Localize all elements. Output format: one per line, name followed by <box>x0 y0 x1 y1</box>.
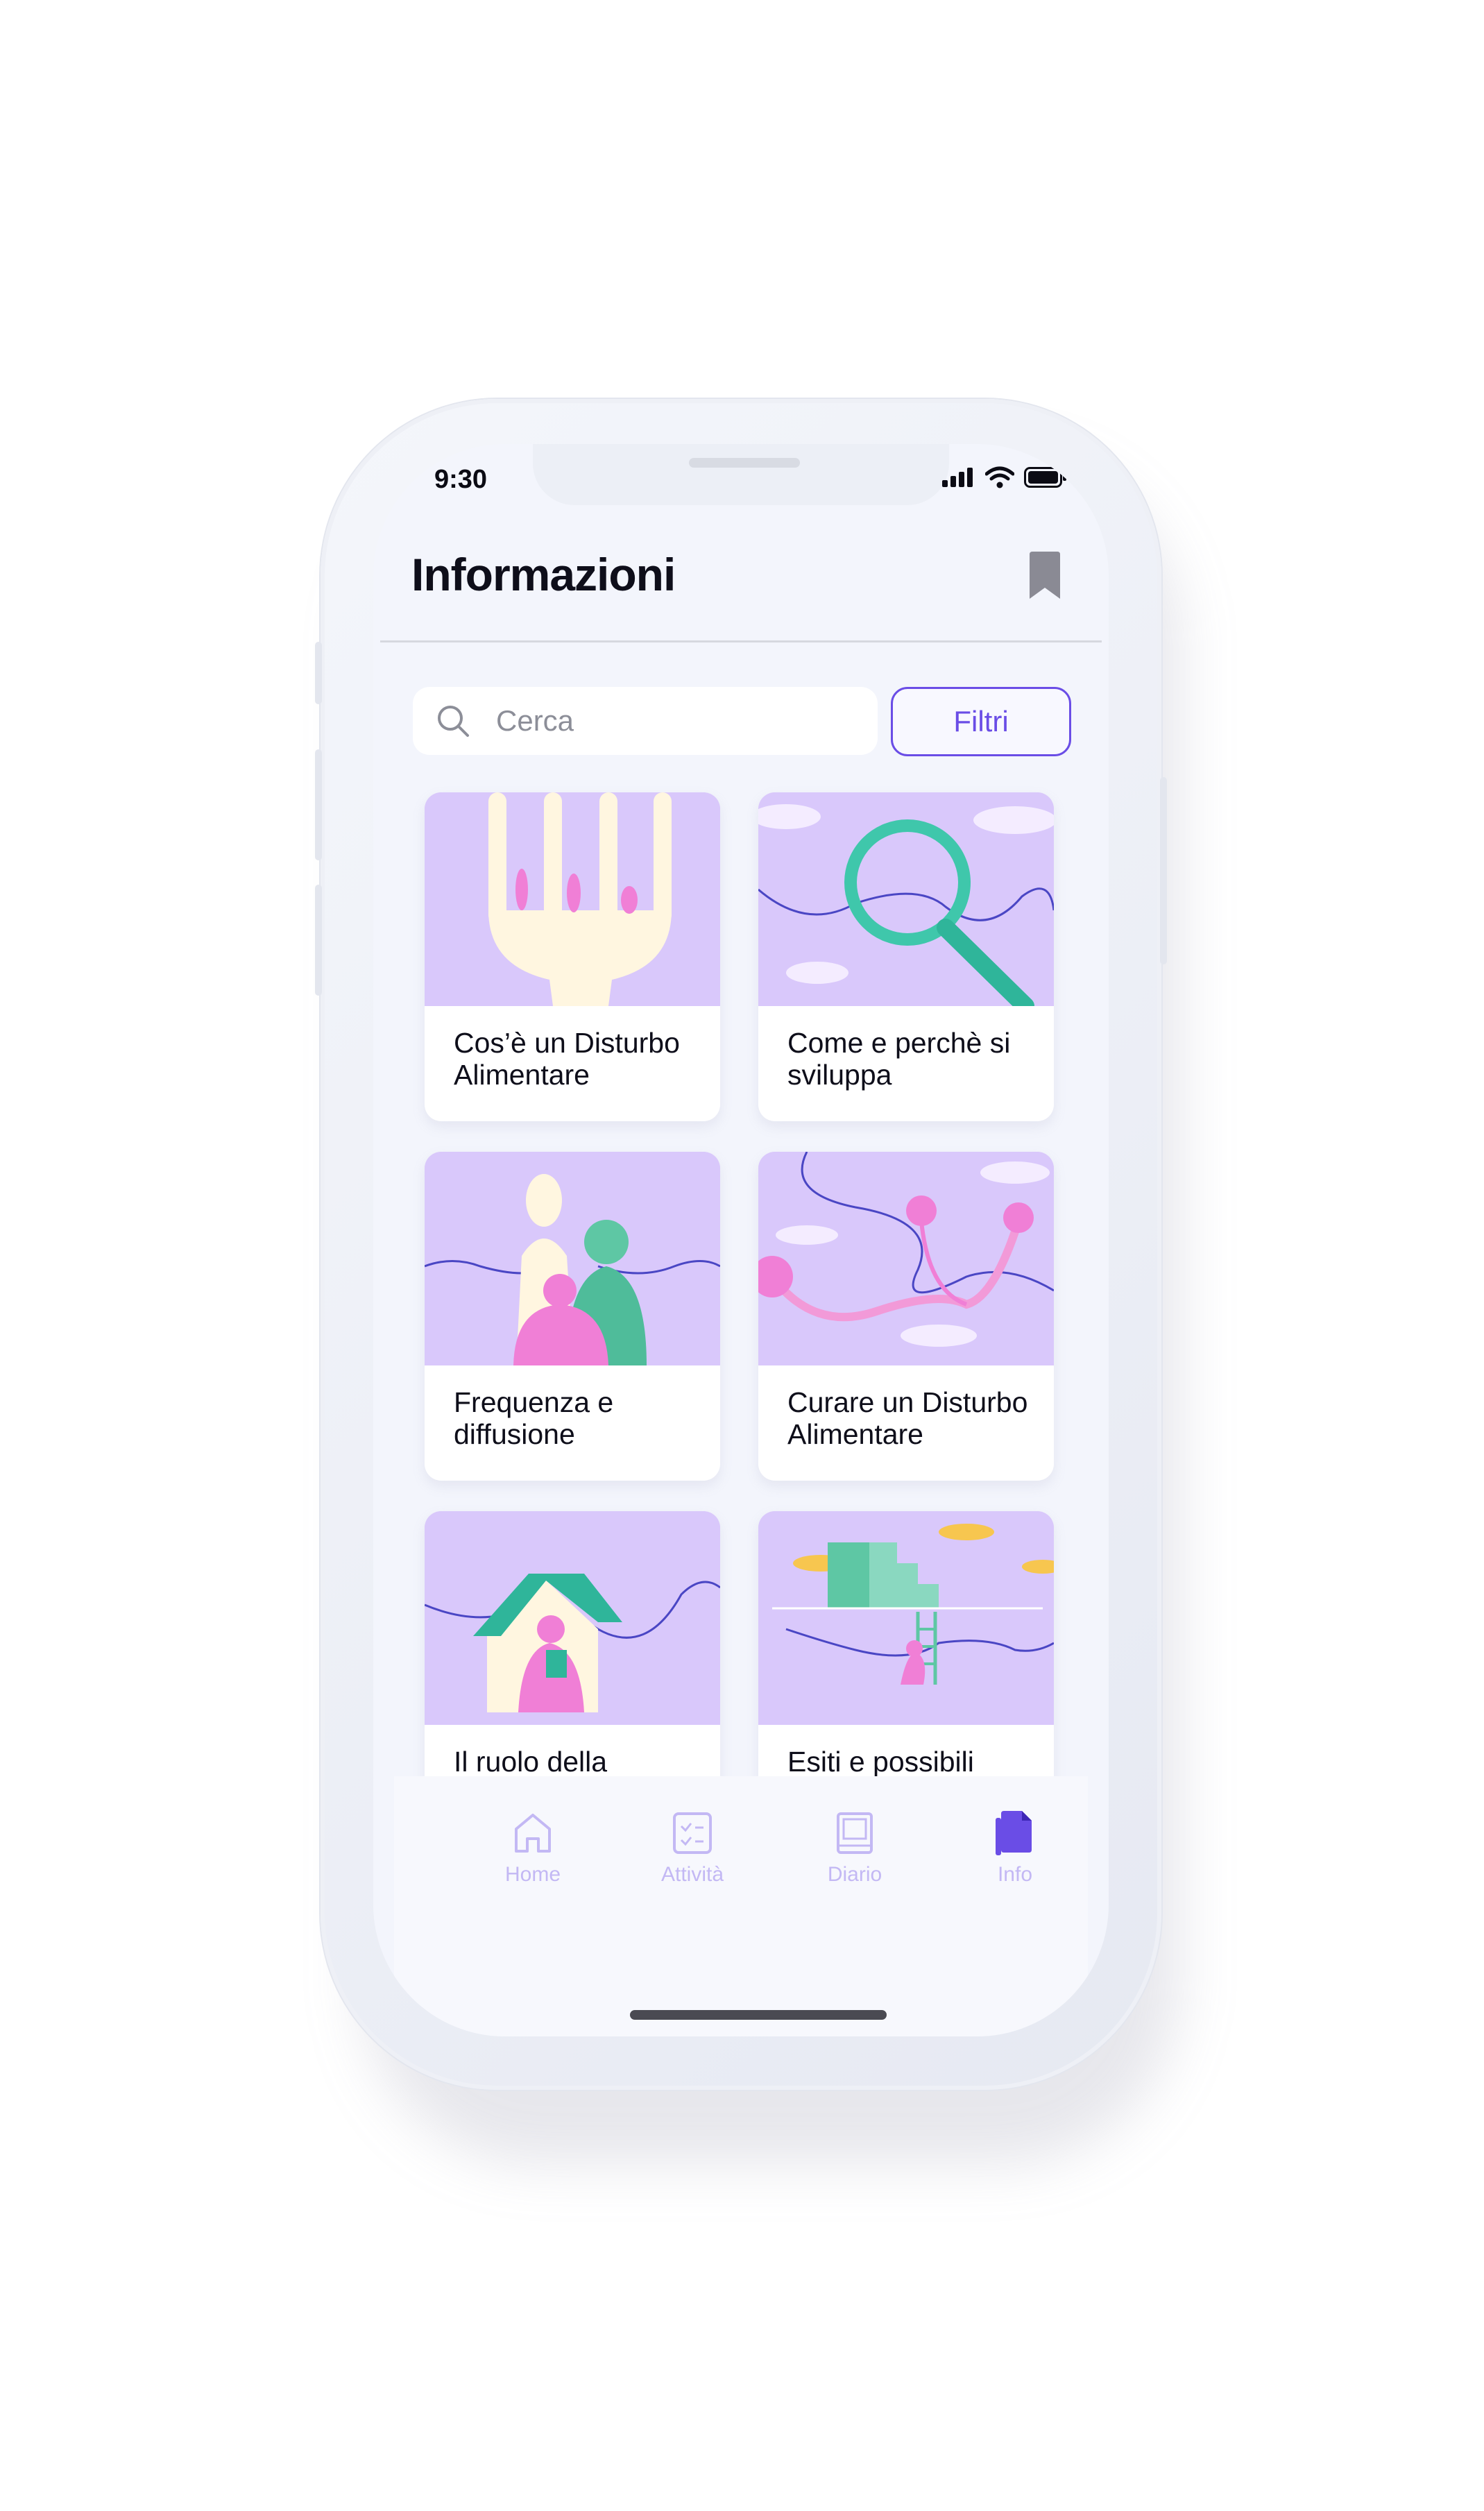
card-title: Come e perchè si sviluppa <box>787 1027 1011 1091</box>
card-curare[interactable]: Curare un Disturbo Alimentare <box>758 1152 1054 1481</box>
tab-bar: Home Attività Diario Info <box>394 1776 1088 2036</box>
volume-up-button <box>315 749 322 860</box>
search-placeholder: Cerca <box>496 704 574 737</box>
mute-switch <box>315 642 322 704</box>
magnifier-illustration <box>758 792 1054 1006</box>
card-come-perche[interactable]: Come e perchè si sviluppa <box>758 792 1054 1121</box>
tab-diario[interactable]: Diario <box>785 1811 924 1887</box>
status-icons <box>942 466 1067 488</box>
people-illustration <box>425 1152 720 1365</box>
bookmark-icon[interactable] <box>1030 552 1060 599</box>
tab-label: Attività <box>660 1863 724 1886</box>
battery-icon <box>1024 467 1066 488</box>
stairs-illustration <box>758 1511 1054 1725</box>
app-screen: 9:30 Informazioni Cerca Filtri Cos’è un … <box>373 444 1109 2036</box>
fork-illustration <box>425 792 720 1006</box>
volume-down-button <box>315 885 322 996</box>
checklist-icon <box>673 1812 712 1854</box>
house-illustration <box>425 1511 720 1725</box>
signal-icon <box>942 468 973 487</box>
home-indicator <box>630 2010 887 2020</box>
document-icon <box>996 1811 1032 1855</box>
wifi-icon <box>985 466 1014 488</box>
tab-label: Diario <box>827 1863 882 1886</box>
tab-info[interactable]: Info <box>946 1811 1084 1887</box>
status-time: 9:30 <box>434 465 488 494</box>
search-input[interactable]: Cerca <box>413 687 878 755</box>
card-cosa-disturbo[interactable]: Cos’è un Disturbo Alimentare <box>425 792 720 1121</box>
home-icon <box>515 1814 551 1853</box>
tab-home[interactable]: Home <box>463 1811 602 1887</box>
card-title: Curare un Disturbo Alimentare <box>787 1386 1028 1450</box>
card-frequenza[interactable]: Frequenza e diffusione <box>425 1152 720 1481</box>
tab-label: Home <box>504 1863 561 1886</box>
tab-label: Info <box>997 1863 1033 1886</box>
header-divider <box>380 640 1102 642</box>
card-title: Cos’è un Disturbo Alimentare <box>454 1027 680 1091</box>
page-title: Informazioni <box>411 549 676 600</box>
card-title: Frequenza e diffusione <box>454 1386 614 1450</box>
power-button <box>1160 777 1167 964</box>
speaker <box>689 458 800 468</box>
stethoscope-illustration <box>758 1152 1054 1365</box>
book-icon <box>837 1812 873 1854</box>
notch <box>533 444 949 505</box>
filter-button[interactable]: Filtri <box>891 687 1071 756</box>
tab-attivita[interactable]: Attività <box>623 1811 762 1887</box>
search-icon <box>438 706 469 737</box>
